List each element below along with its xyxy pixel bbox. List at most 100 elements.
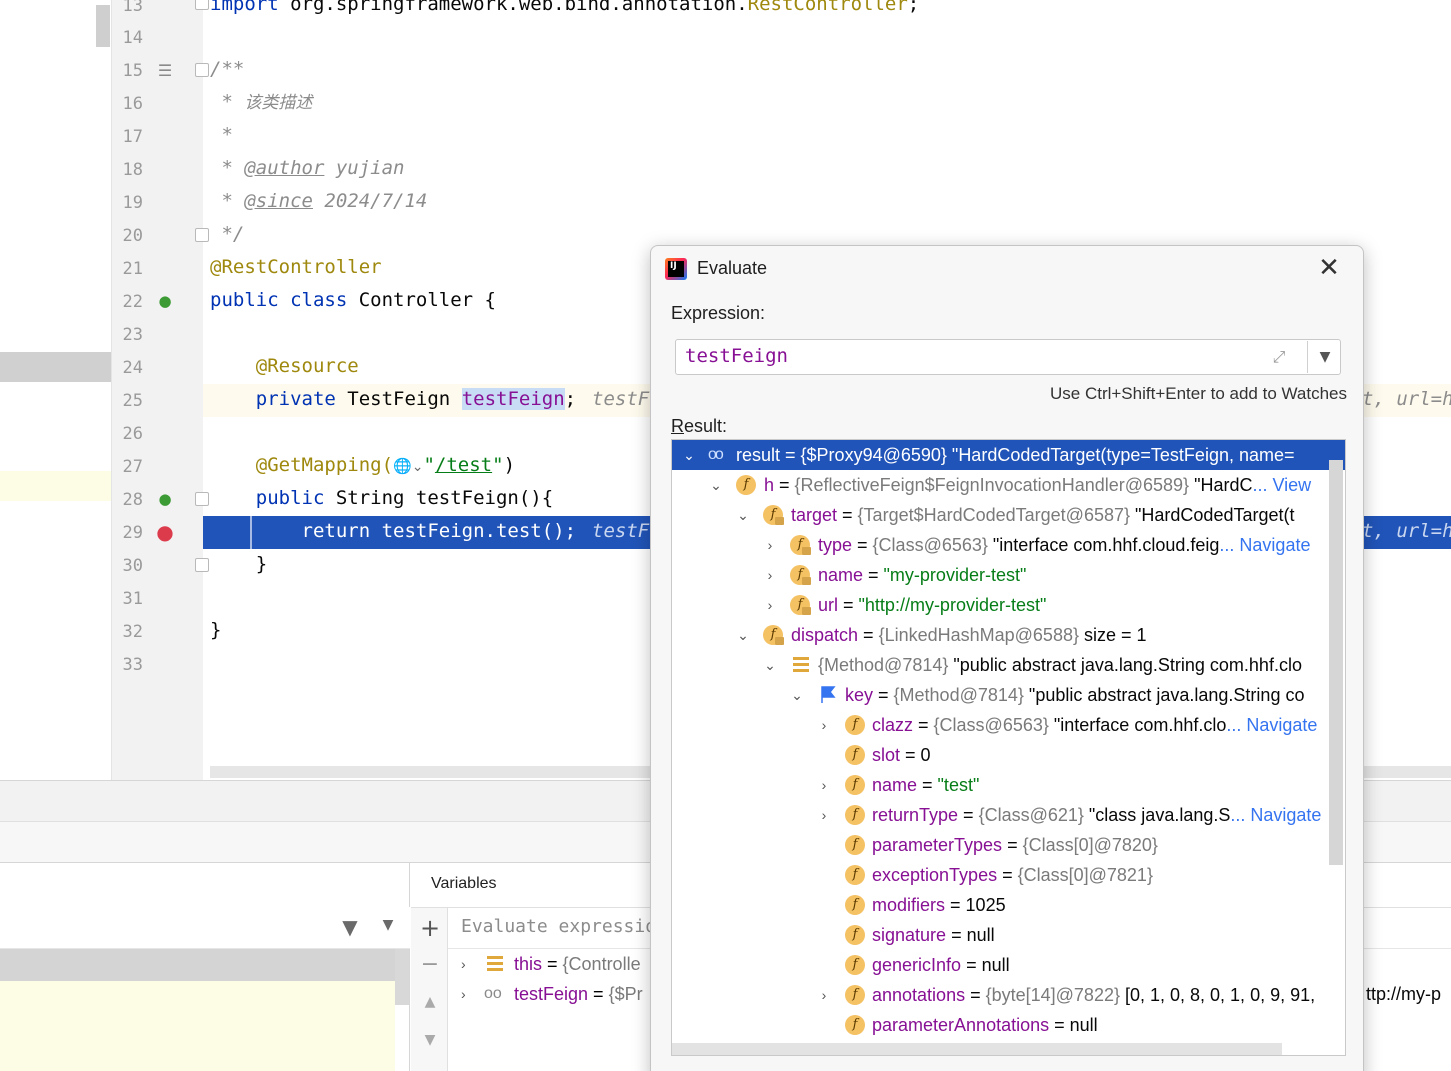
chevron-right-icon[interactable]: › [762,530,778,560]
chevron-right-icon[interactable]: › [461,979,466,1009]
tree-row[interactable]: › f returnType = {Class@621} "class java… [672,800,1345,830]
chevron-down-icon[interactable]: ▼ [373,917,403,933]
expand-icon[interactable]: ⤢ [1268,347,1290,369]
chevron-down-icon[interactable]: ⌄ [681,440,697,470]
selected-frame[interactable] [0,949,395,981]
chevron-right-icon[interactable]: › [762,590,778,620]
tree-row[interactable]: f parameterTypes = {Class[0]@7820} [672,830,1345,860]
tree-row[interactable]: ⌄ f h = {ReflectiveFeign$FeignInvocation… [672,470,1345,500]
chevron-down-icon[interactable]: ⌄ [412,459,424,475]
tree-row[interactable]: f parameterAnnotations = null [672,1010,1345,1040]
equals: = [588,984,609,1004]
chevron-down-icon[interactable]: ⌄ [762,650,778,680]
tree-row-result[interactable]: ⌄ oo result = {$Proxy94@6590} "HardCoded… [672,440,1345,470]
tree-row[interactable]: › f name = "my-provider-test" [672,560,1345,590]
chevron-down-icon[interactable]: ⌄ [735,500,751,530]
line-number: 20 [122,226,143,246]
navigate-link[interactable]: ... Navigate [1219,535,1310,555]
fold-marker[interactable] [195,558,209,572]
node-string: "my-provider-test" [883,565,1027,585]
equals: = [946,925,967,945]
chevron-right-icon[interactable]: › [816,800,832,830]
node-name: modifiers [872,895,946,915]
tree-row[interactable]: f signature = null [672,920,1345,950]
fold-marker[interactable] [195,492,209,506]
evaluate-expression-input[interactable]: Evaluate expressio [461,916,656,937]
tree-row[interactable]: f genericInfo = null [672,950,1345,980]
tree-row[interactable]: ⌄ f dispatch = {LinkedHashMap@6588} size… [672,620,1345,650]
line-number: 14 [122,28,143,48]
chevron-down-icon[interactable]: ⌄ [789,680,805,710]
tree-row[interactable]: ⌄ key = {Method@7814} "public abstract j… [672,680,1345,710]
tree-row-content: clazz = {Class@6563} "interface com.hhf.… [872,710,1317,740]
field-icon: f [845,1015,865,1035]
filter-icon[interactable]: ▼ [335,915,365,939]
navigate-link[interactable]: ... Navigate [1230,805,1321,825]
class-declaration: Controller { [347,289,496,311]
fold-marker[interactable] [195,0,209,10]
watches-hint: Use Ctrl+Shift+Enter to add to Watches [1049,384,1347,403]
globe-icon[interactable]: 🌐 [393,457,412,475]
navigate-link[interactable]: ... Navigate [1226,715,1317,735]
final-field-icon: f [763,625,784,645]
move-down-icon[interactable]: ▼ [415,1032,445,1048]
tree-row-content: target = {Target$HardCodedTarget@6587} "… [791,500,1295,530]
tree-row[interactable]: › f type = {Class@6563} "interface com.h… [672,530,1345,560]
tree-row[interactable]: f modifiers = 1025 [672,890,1345,920]
tree-row[interactable]: › f url = "http://my-provider-test" [672,590,1345,620]
fold-marker[interactable] [195,63,209,77]
chevron-right-icon[interactable]: › [816,770,832,800]
breakpoint-icon[interactable]: ● [153,521,177,543]
expression-input[interactable]: testFeign [685,345,788,367]
package-name: org.springframework.web.bind.annotation. [278,0,748,15]
node-value: "class java.lang.S [1083,805,1231,825]
equals: = [1002,835,1023,855]
code-line-28: public String testFeign(){ [210,482,553,515]
equals: = [838,595,859,615]
url-path-link[interactable]: /test [435,454,492,476]
chevron-right-icon[interactable]: › [762,560,778,590]
tree-row[interactable]: › f name = "test" [672,770,1345,800]
tree-row-content: slot = 0 [872,740,931,770]
chevron-down-icon[interactable]: ⌄ [735,620,751,650]
node-type: {$Proxy94@6590} [800,445,947,465]
tree-vertical-scrollbar[interactable] [1329,460,1343,865]
frames-scrollbar[interactable] [395,949,409,1005]
tree-row[interactable]: ⌄ f target = {Target$HardCodedTarget@658… [672,500,1345,530]
tree-row[interactable]: › f clazz = {Class@6563} "interface com.… [672,710,1345,740]
history-dropdown-icon[interactable]: ▼ [1314,345,1336,369]
variable-value: {$Pr [608,984,643,1004]
line-number: 15 [122,61,143,81]
close-icon[interactable]: ✕ [1315,254,1343,282]
chevron-down-icon[interactable]: ⌄ [708,470,724,500]
tree-row[interactable]: f slot = 0 [672,740,1345,770]
spring-web-icon[interactable]: ● [153,488,177,510]
punctuation: ) [503,454,516,476]
tree-row[interactable]: f exceptionTypes = {Class[0]@7821} [672,860,1345,890]
tree-row[interactable]: › f annotations = {byte[14]@7822} [0, 1,… [672,980,1345,1010]
result-tree[interactable]: ⌄ oo result = {$Proxy94@6590} "HardCoded… [671,439,1346,1056]
tree-horizontal-scrollbar[interactable] [672,1043,1282,1055]
frame-list[interactable] [0,981,395,1071]
node-value: [0, 1, 0, 8, 0, 1, 0, 9, 91, [1119,985,1316,1005]
doc-render-icon[interactable]: ☰ [153,60,177,82]
tree-row[interactable]: ⌄ {Method@7814} "public abstract java.la… [672,650,1345,680]
spring-bean-icon[interactable]: ● [153,290,177,312]
move-up-icon[interactable]: ▲ [415,994,445,1010]
field-name[interactable]: testFeign [461,388,565,410]
chevron-right-icon[interactable]: › [816,710,832,740]
expression-field[interactable]: testFeign ⤢ ▼ [675,339,1341,375]
fold-marker[interactable] [195,228,209,242]
tree-row-content: exceptionTypes = {Class[0]@7821} [872,860,1153,890]
node-type: {byte[14]@7822} [985,985,1120,1005]
key-flag-icon [821,686,836,703]
view-link[interactable]: ... View [1252,475,1311,495]
remove-icon[interactable]: − [415,952,445,977]
chevron-right-icon[interactable]: › [461,949,466,979]
add-icon[interactable]: + [415,914,445,942]
chevron-right-icon[interactable]: › [816,980,832,1010]
tree-row-content: {Method@7814} "public abstract java.lang… [818,650,1302,680]
javadoc-tag: @author [244,157,325,179]
string-quote: " [423,454,435,476]
left-scroll-thumb[interactable] [96,5,110,47]
